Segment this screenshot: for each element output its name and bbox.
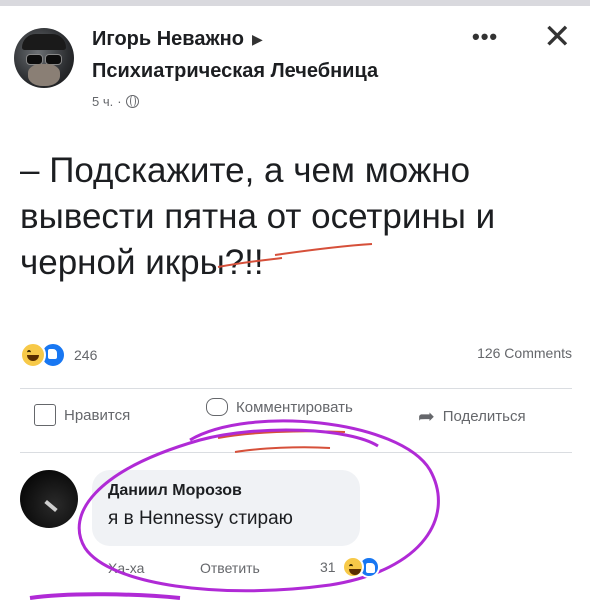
avatar-hat [22,34,66,50]
share-label: Поделиться [442,408,526,425]
like-label: Нравится [64,406,131,424]
underline-mark-3 [217,430,346,439]
comment-reply-link[interactable]: Ответить [200,560,260,576]
reaction-count: 246 [74,347,98,363]
divider-top [20,388,572,389]
author-avatar[interactable] [14,28,74,88]
top-edge [0,0,590,6]
commenter-avatar[interactable] [20,470,78,528]
avatar-face [28,64,60,86]
haha-emoji-icon [20,342,46,368]
share-button[interactable]: ➦ Поделиться [418,404,526,429]
share-icon: ➦ [418,406,435,428]
author-line: Игорь Неважно ▶ [92,28,263,51]
arrow-right-icon: ▶ [251,31,263,47]
avatar-glasses [26,54,62,65]
comment-icon [206,398,228,416]
comment-text: я в Hennessy стираю [108,508,293,529]
close-icon[interactable]: ✕ [543,20,572,54]
globe-icon [125,95,139,108]
comment-haha-link[interactable]: Ха-ха [108,560,144,576]
post-meta: 5 ч. · [92,94,139,109]
group-name[interactable]: Психиатрическая Лечебница [92,60,378,83]
haha-emoji-icon [341,556,364,578]
more-icon[interactable]: ••• [472,24,498,50]
comment-label: Комментировать [236,398,353,416]
separator-dot: · [117,94,122,109]
post-text: – Подскажите, а чем можно вывести пятна … [20,151,496,282]
comment-reactions[interactable]: 31 [320,556,380,578]
comment-button[interactable]: Комментировать [206,398,353,416]
reactions-summary[interactable]: 246 [20,342,97,368]
comment-bubble: Даниил Морозов я в Hennessy стираю [92,470,360,546]
like-icon [34,404,56,426]
comment-reaction-count: 31 [320,559,336,575]
like-button[interactable]: Нравится [34,404,130,426]
comments-count[interactable]: 126 Comments [477,345,572,361]
post-time[interactable]: 5 ч. [92,94,113,109]
author-name[interactable]: Игорь Неважно [92,28,244,51]
divider-bottom [20,452,572,453]
purple-underline-mark [29,592,181,600]
comment-author[interactable]: Даниил Морозов [108,482,344,500]
